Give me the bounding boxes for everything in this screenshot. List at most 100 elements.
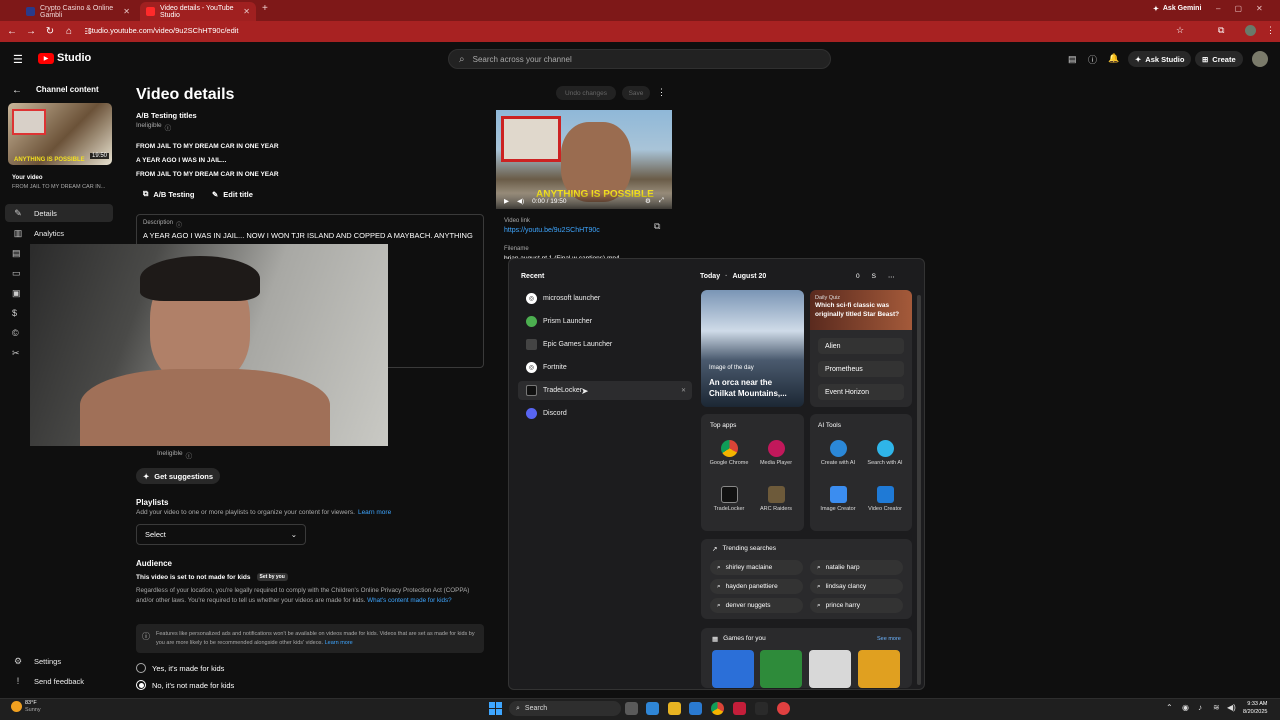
captions-icon[interactable]: ▤ bbox=[1068, 54, 1077, 65]
recent-item[interactable]: Prism Launcher bbox=[518, 312, 692, 331]
help-circle-icon[interactable]: ⓘ bbox=[186, 450, 193, 460]
tray-overflow-icon[interactable]: ⌃ bbox=[1166, 703, 1173, 712]
forward-icon[interactable]: → bbox=[24, 26, 38, 37]
video-thumbnail[interactable]: ANYTHING IS POSSIBLE 19:50 bbox=[8, 103, 112, 165]
more-options-icon[interactable]: ⋯ bbox=[888, 273, 895, 281]
settings-gear-icon[interactable]: ⚙ bbox=[645, 197, 651, 205]
top-app-chrome[interactable]: Google Chrome bbox=[706, 440, 752, 466]
sidebar-item-analytics[interactable]: ▥ Analytics bbox=[5, 224, 113, 242]
volume-icon[interactable]: ◀) bbox=[1227, 703, 1236, 712]
save-button[interactable]: Save bbox=[622, 86, 650, 100]
ab-testing-button[interactable]: ⧉ A/B Testing bbox=[136, 186, 201, 202]
adobe-icon[interactable] bbox=[733, 702, 746, 715]
browser-menu-icon[interactable]: ⋮ bbox=[1266, 25, 1275, 36]
hamburger-menu-icon[interactable]: ☰ bbox=[13, 53, 23, 66]
close-tab-icon[interactable]: ✕ bbox=[243, 7, 250, 16]
copyright-icon[interactable]: © bbox=[12, 328, 19, 338]
bookmark-star-icon[interactable]: ☆ bbox=[1176, 25, 1184, 36]
radio-unchecked[interactable] bbox=[136, 663, 146, 673]
quiz-answer[interactable]: Prometheus bbox=[818, 361, 904, 377]
file-explorer-icon[interactable] bbox=[668, 702, 681, 715]
copy-icon[interactable]: ⧉ bbox=[654, 221, 660, 232]
trending-search-item[interactable]: ⌕ lindsay clancy bbox=[810, 579, 903, 594]
start-menu-scrollbar[interactable] bbox=[917, 295, 921, 685]
see-more-link[interactable]: See more bbox=[877, 636, 901, 642]
recent-item[interactable]: ◎ microsoft launcher bbox=[518, 289, 692, 308]
back-icon[interactable]: ← bbox=[5, 26, 19, 37]
game-tile-cut-the-rope[interactable] bbox=[858, 650, 900, 688]
more-options-icon[interactable]: ⋮ bbox=[657, 87, 666, 98]
copilot-icon[interactable] bbox=[646, 702, 659, 715]
trending-search-item[interactable]: ⌕ denver nuggets bbox=[710, 598, 803, 613]
trending-search-item[interactable]: ⌕ shirley maclaine bbox=[710, 560, 803, 575]
studio-logo[interactable]: ▶ Studio bbox=[38, 52, 91, 64]
weather-sun-icon[interactable] bbox=[11, 701, 22, 712]
reload-icon[interactable]: ↻ bbox=[43, 26, 57, 37]
window-controls[interactable]: –▢✕ bbox=[1216, 4, 1277, 13]
sidebar-item-feedback[interactable]: ! Send feedback bbox=[5, 672, 113, 690]
ai-tool-create[interactable]: Create with AI bbox=[815, 440, 861, 466]
volume-icon[interactable]: ◀) bbox=[517, 197, 524, 205]
weather-widget[interactable]: 83°F Sunny bbox=[25, 700, 41, 714]
game-tile-mahjong[interactable] bbox=[809, 650, 851, 688]
browser-tab-studio[interactable]: Video details - YouTube Studio ✕ bbox=[140, 2, 256, 21]
profile-avatar-icon[interactable] bbox=[1245, 25, 1256, 36]
trending-search-item[interactable]: ⌕ prince harry bbox=[810, 598, 903, 613]
editor-icon[interactable]: ▤ bbox=[12, 248, 21, 259]
help-circle-icon[interactable]: ⓘ bbox=[165, 122, 172, 132]
top-app-arc-raiders[interactable]: ARC Raiders bbox=[753, 486, 799, 512]
ai-tool-video[interactable]: Video Creator bbox=[862, 486, 908, 512]
video-player[interactable]: ANYTHING IS POSSIBLE ▶◀)0:00 / 19:50 ⚙⤢ bbox=[496, 110, 672, 209]
back-arrow-icon[interactable]: ← bbox=[12, 85, 22, 96]
sidebar-item-settings[interactable]: ⚙ Settings bbox=[5, 652, 113, 670]
close-tab-icon[interactable]: ✕ bbox=[123, 7, 130, 16]
browser-tab-casino[interactable]: Crypto Casino & Online Gambli ✕ bbox=[20, 2, 136, 21]
image-of-day-card[interactable]: Image of the day An orca near the Chilka… bbox=[701, 290, 804, 407]
sidebar-item-details[interactable]: ✎ Details bbox=[5, 204, 113, 222]
notifications-icon[interactable]: 🔔 bbox=[1108, 53, 1119, 64]
radio-made-for-kids[interactable]: Yes, it's made for kids bbox=[136, 663, 224, 673]
recent-item[interactable]: Discord bbox=[518, 404, 692, 423]
game-tile-maze[interactable] bbox=[712, 650, 754, 688]
chrome-taskbar-icon[interactable] bbox=[711, 702, 724, 715]
recorder-icon[interactable] bbox=[777, 702, 790, 715]
whats-content-link[interactable]: What's content made for kids? bbox=[367, 597, 452, 604]
ask-studio-button[interactable]: ✦ Ask Studio bbox=[1128, 51, 1192, 67]
user-avatar[interactable]: S bbox=[872, 273, 876, 281]
radio-not-made-for-kids[interactable]: No, it's not made for kids bbox=[136, 680, 234, 690]
trending-search-item[interactable]: ⌕ hayden panettiere bbox=[710, 579, 803, 594]
channel-content-link[interactable]: Channel content bbox=[36, 85, 99, 94]
top-app-tradelocker[interactable]: TradeLocker bbox=[706, 486, 752, 512]
quiz-answer[interactable]: Alien bbox=[818, 338, 904, 354]
learn-more-link[interactable]: Learn more bbox=[358, 509, 391, 516]
subtitles-icon[interactable]: ▣ bbox=[12, 288, 21, 299]
fullscreen-icon[interactable]: ⤢ bbox=[659, 197, 664, 205]
tray-app-icon[interactable]: ◉ bbox=[1182, 703, 1189, 712]
wifi-icon[interactable]: ≋ bbox=[1213, 703, 1220, 712]
gemini-button[interactable]: ✦ Ask Gemini bbox=[1153, 5, 1201, 13]
windows-start-icon[interactable] bbox=[489, 702, 502, 715]
playlist-select[interactable]: Select ⌄ bbox=[136, 524, 306, 545]
get-suggestions-button[interactable]: ✦ Get suggestions bbox=[136, 468, 221, 484]
clips-icon[interactable]: ✂ bbox=[12, 348, 20, 359]
url-field[interactable]: studio.youtube.com/video/9u2SChHT90c/edi… bbox=[88, 26, 239, 35]
earn-icon[interactable]: $ bbox=[12, 308, 17, 318]
extensions-icon[interactable]: ⧉ bbox=[1218, 25, 1224, 36]
trending-search-item[interactable]: ⌕ natalie harp bbox=[810, 560, 903, 575]
radio-checked[interactable] bbox=[136, 680, 146, 690]
remove-recent-icon[interactable]: ✕ bbox=[681, 387, 686, 394]
recent-item[interactable]: Epic Games Launcher bbox=[518, 335, 692, 354]
create-button[interactable]: ⊞ Create bbox=[1195, 51, 1243, 67]
new-tab-icon[interactable]: + bbox=[262, 3, 268, 14]
taskbar-search-input[interactable]: ⌕ Search bbox=[509, 701, 621, 716]
microphone-icon[interactable]: ♪ bbox=[1198, 703, 1202, 712]
home-icon[interactable]: ⌂ bbox=[62, 26, 76, 37]
top-app-media-player[interactable]: Media Player bbox=[753, 440, 799, 466]
pen-tool-icon[interactable] bbox=[755, 702, 768, 715]
comments-icon[interactable]: ▭ bbox=[12, 268, 21, 279]
recent-item[interactable]: TradeLocker ➤ ✕ bbox=[518, 381, 692, 400]
channel-avatar[interactable] bbox=[1252, 51, 1268, 67]
ai-tool-image[interactable]: Image Creator bbox=[815, 486, 861, 512]
help-circle-icon[interactable]: ⓘ bbox=[176, 220, 182, 229]
recent-item[interactable]: ◎ Fortnite bbox=[518, 358, 692, 377]
